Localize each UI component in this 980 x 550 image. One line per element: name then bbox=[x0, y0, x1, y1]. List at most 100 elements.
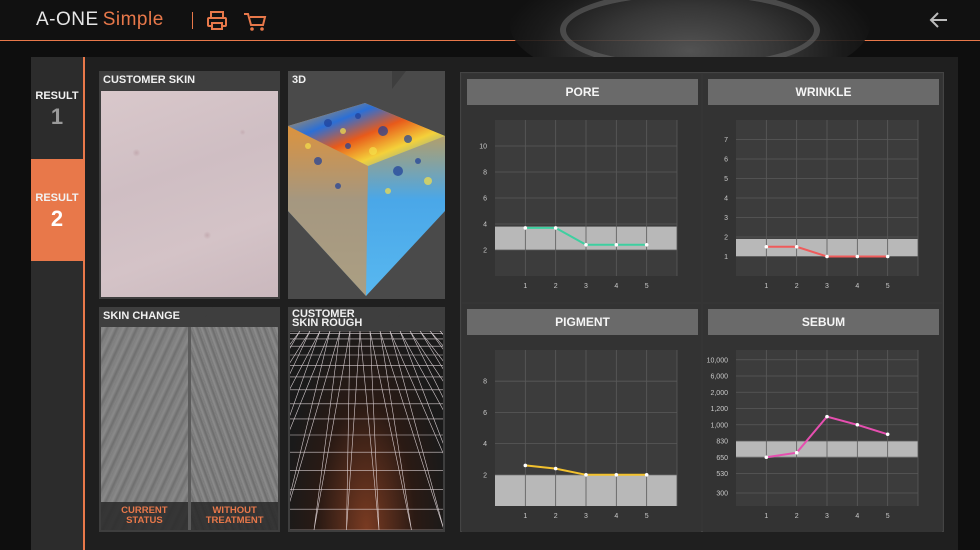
data-point bbox=[553, 466, 558, 471]
data-point bbox=[885, 254, 890, 259]
y-tick-label: 6 bbox=[483, 196, 487, 203]
x-tick-label: 1 bbox=[764, 513, 768, 520]
data-point bbox=[764, 244, 769, 249]
chart-title: SEBUM bbox=[708, 309, 939, 335]
app-window: A-ONE Simple RESULT 1 RESULT 2 CUSTOMER … bbox=[0, 0, 980, 550]
x-tick-label: 5 bbox=[886, 283, 890, 290]
skin-change-panel: SKIN CHANGE CURRENT STATUS WITHOUT TREAT… bbox=[99, 307, 280, 532]
panel-title: CUSTOMER SKIN ROUGH bbox=[288, 307, 406, 329]
data-point bbox=[614, 243, 619, 247]
panel-title: SKIN CHANGE bbox=[99, 307, 213, 325]
y-tick-label: 4 bbox=[483, 441, 487, 448]
data-point bbox=[523, 463, 528, 468]
data-point bbox=[644, 473, 649, 477]
x-tick-label: 4 bbox=[614, 513, 618, 520]
x-tick-label: 4 bbox=[855, 513, 859, 520]
tab-result-1[interactable]: RESULT 1 bbox=[31, 57, 83, 159]
x-tick-label: 1 bbox=[523, 283, 527, 290]
pigment-chart: PIGMENT 2 4 6 8 1 2 3 4 5 bbox=[462, 304, 701, 532]
data-point bbox=[523, 226, 528, 230]
data-point bbox=[885, 432, 890, 437]
y-tick-label: 5 bbox=[724, 176, 728, 183]
y-tick-label: 6 bbox=[724, 157, 728, 164]
y-tick-label: 830 bbox=[716, 439, 728, 446]
y-tick-label: 4 bbox=[483, 222, 487, 229]
tab-result-2[interactable]: RESULT 2 bbox=[31, 159, 83, 261]
y-tick-label: 8 bbox=[483, 170, 487, 177]
data-point bbox=[553, 226, 558, 230]
y-tick-label: 650 bbox=[716, 455, 728, 462]
skin-change-image[interactable]: CURRENT STATUS WITHOUT TREATMENT bbox=[101, 327, 278, 530]
wrinkle-chart: WRINKLE 1 2 3 4 5 6 7 1 2 3 4 5 bbox=[703, 74, 942, 302]
data-point bbox=[825, 414, 829, 419]
rough-title-line2: SKIN ROUGH bbox=[292, 317, 363, 329]
y-tick-label: 4 bbox=[724, 196, 728, 203]
sebum-chart: SEBUM 300 530 650 830 1,000 1,200 2,000 6,000 10… bbox=[703, 304, 942, 532]
x-tick-label: 1 bbox=[764, 283, 768, 290]
x-tick-label: 2 bbox=[554, 513, 558, 520]
header-divider bbox=[192, 12, 193, 29]
chart-plot: 300 530 650 830 1,000 1,200 2,000 6,000 10,000 1 2… bbox=[707, 350, 919, 520]
data-point bbox=[644, 243, 649, 247]
mesh-lines bbox=[290, 331, 443, 530]
y-tick-label: 2 bbox=[724, 235, 728, 242]
x-tick-label: 3 bbox=[825, 513, 829, 520]
tab-number: 1 bbox=[50, 104, 64, 129]
x-tick-label: 3 bbox=[825, 283, 829, 290]
charts-grid: PORE 2 4 6 8 10 1 2 3 4 5 WRINKLE 123456712345 PI… bbox=[460, 72, 944, 532]
chart-title: PORE bbox=[467, 79, 698, 105]
data-point bbox=[764, 455, 769, 460]
three-d-panel: 3D bbox=[288, 71, 445, 299]
brand-name: A-ONE bbox=[36, 9, 99, 30]
panel-title: CUSTOMER SKIN bbox=[99, 71, 213, 89]
customer-skin-panel: CUSTOMER SKIN bbox=[99, 71, 280, 299]
three-d-image[interactable] bbox=[288, 91, 445, 299]
y-tick-label: 1,000 bbox=[710, 422, 728, 429]
current-status-label: CURRENT STATUS bbox=[101, 502, 188, 530]
y-tick-label: 530 bbox=[716, 471, 728, 478]
brand-logo: A-ONE Simple bbox=[36, 9, 164, 31]
data-point bbox=[855, 422, 860, 427]
x-tick-label: 2 bbox=[795, 283, 799, 290]
chart-plot: 2 4 6 8 1 2 3 4 5 bbox=[483, 350, 678, 520]
y-tick-label: 3 bbox=[724, 215, 728, 222]
y-tick-label: 10,000 bbox=[707, 357, 729, 364]
chart-plot: 2468101 2 3 4 5 bbox=[479, 120, 678, 290]
data-point bbox=[584, 473, 588, 477]
cart-icon[interactable] bbox=[242, 9, 267, 33]
y-tick-label: 300 bbox=[716, 491, 728, 498]
x-tick-label: 3 bbox=[584, 513, 588, 520]
x-tick-label: 4 bbox=[855, 283, 859, 290]
back-arrow-icon[interactable] bbox=[928, 9, 952, 33]
data-point bbox=[584, 243, 588, 247]
chart-title: PIGMENT bbox=[467, 309, 698, 335]
current-status-image bbox=[101, 327, 188, 530]
skin-rough-mesh[interactable] bbox=[290, 331, 443, 530]
data-point bbox=[855, 254, 860, 259]
y-tick-label: 8 bbox=[483, 379, 487, 386]
y-tick-label: 7 bbox=[724, 137, 728, 144]
x-tick-label: 1 bbox=[523, 513, 527, 520]
header-bar: A-ONE Simple bbox=[0, 0, 980, 90]
x-tick-label: 4 bbox=[614, 283, 618, 290]
y-tick-label: 2 bbox=[483, 248, 487, 255]
pore-chart: PORE 2 4 6 8 10 1 2 3 4 5 bbox=[462, 74, 701, 302]
without-treatment-image bbox=[191, 327, 278, 530]
tab-label: RESULT bbox=[35, 192, 79, 204]
data-point bbox=[825, 254, 829, 259]
y-tick-label: 2 bbox=[483, 472, 487, 479]
chart-title: WRINKLE bbox=[708, 79, 939, 105]
customer-skin-image[interactable] bbox=[101, 91, 278, 297]
x-tick-label: 5 bbox=[886, 513, 890, 520]
tab-label: RESULT bbox=[35, 90, 79, 102]
printer-icon[interactable] bbox=[205, 9, 229, 33]
panel-title: 3D bbox=[288, 71, 406, 89]
y-tick-label: 6 bbox=[483, 410, 487, 417]
x-tick-label: 2 bbox=[554, 283, 558, 290]
y-tick-label: 6,000 bbox=[710, 374, 728, 381]
skin-rough-panel: CUSTOMER SKIN ROUGH bbox=[288, 307, 445, 532]
x-tick-label: 5 bbox=[645, 513, 649, 520]
y-tick-label: 10 bbox=[479, 144, 487, 151]
chart-plot: 1 2 3 4 5 6 7 1 2 3 4 5 bbox=[724, 120, 919, 290]
data-point bbox=[614, 473, 619, 477]
